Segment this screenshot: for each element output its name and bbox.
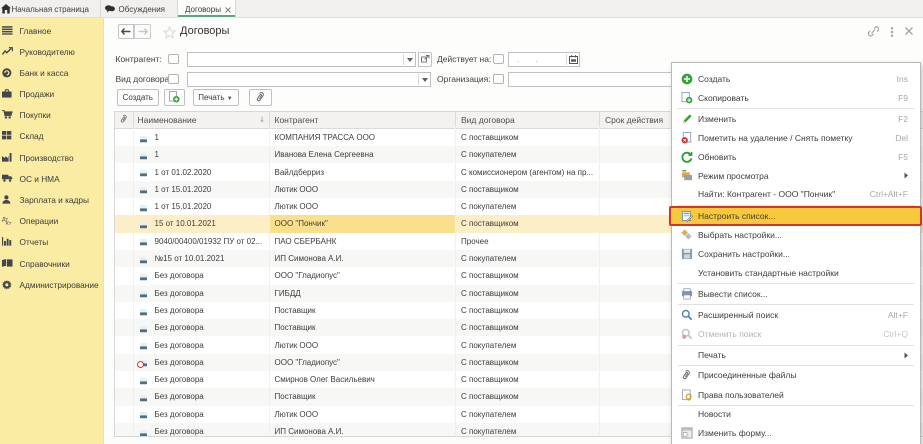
svg-text:Кт: Кт [5, 221, 11, 225]
